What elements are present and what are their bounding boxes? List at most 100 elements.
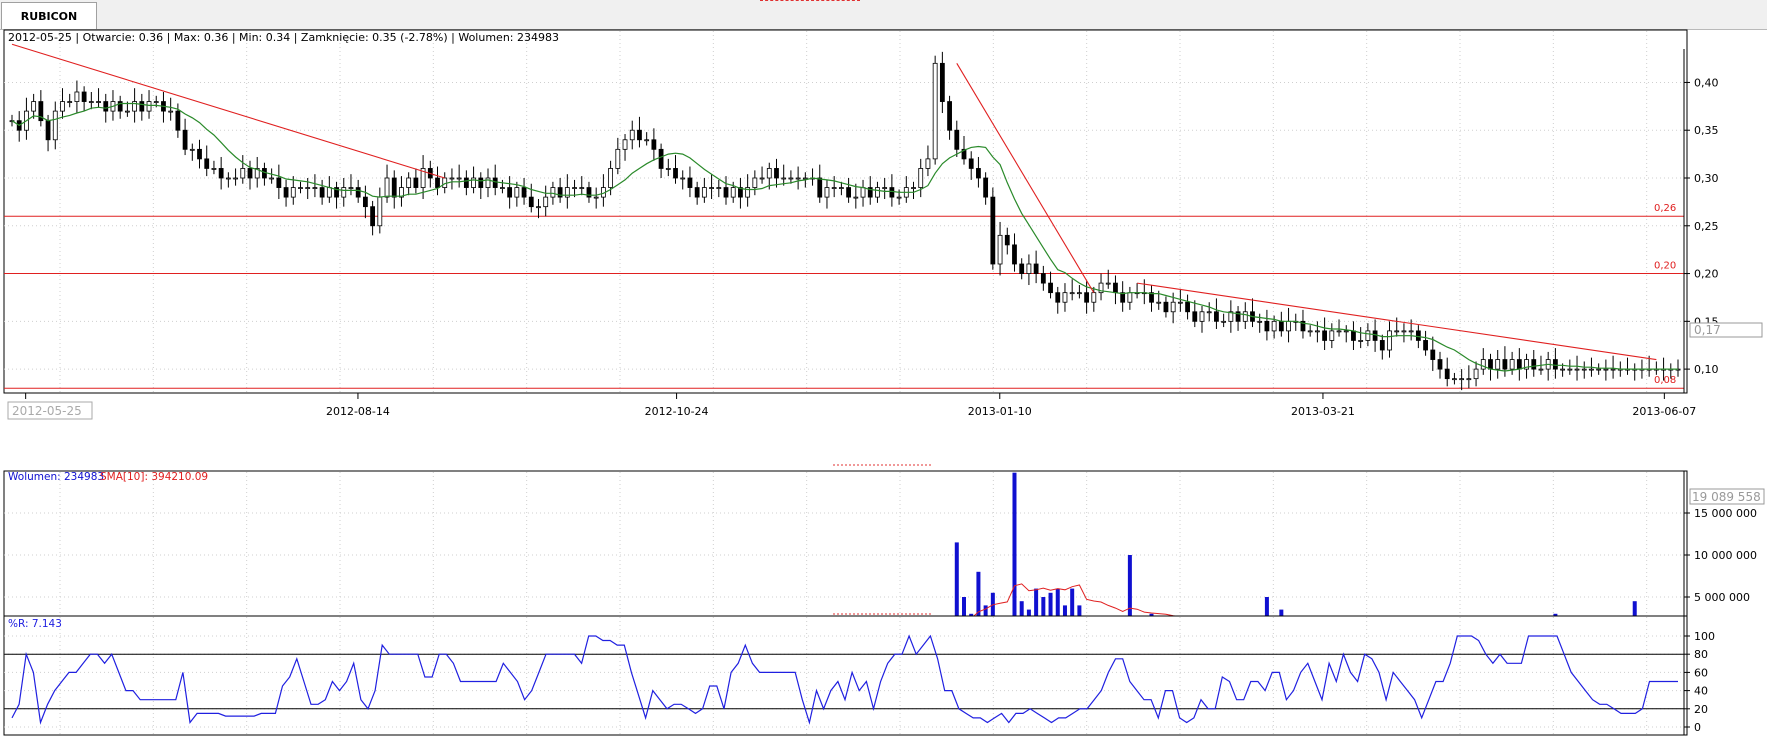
price-panel [3, 29, 1688, 394]
price-y-tick-label: 0,40 [1694, 76, 1719, 89]
volume-bar [1012, 472, 1017, 639]
candle-body [673, 168, 678, 179]
candle-body [1567, 368, 1573, 371]
candle-body [1307, 330, 1313, 333]
candle-body [175, 110, 181, 131]
price-y-tick-label: 0,30 [1694, 172, 1719, 185]
candle-body [1012, 244, 1017, 265]
candle-body [1322, 330, 1328, 341]
candle-body [305, 187, 311, 189]
wr-y-tick-label: 40 [1694, 685, 1708, 698]
cursor-date-label: 2012-05-25 [12, 404, 82, 418]
candle-body [1329, 330, 1335, 341]
candle-body [1560, 368, 1566, 371]
candle-body [146, 101, 152, 112]
candle-body [925, 158, 931, 169]
wr-y-tick-label: 100 [1694, 630, 1715, 643]
candle-body [276, 177, 282, 188]
candle-body [283, 187, 289, 198]
candle-body [550, 187, 556, 198]
candle-body [1394, 330, 1400, 333]
candle-body [788, 177, 794, 180]
candle-body [723, 187, 729, 198]
x-tick-label: 2012-10-24 [645, 405, 709, 418]
candle-body [1084, 292, 1090, 303]
candle-body [968, 158, 974, 169]
candle-body [1040, 273, 1046, 284]
candle-body [1242, 311, 1248, 322]
candle-body [637, 129, 642, 141]
x-tick-label: 2012-08-14 [326, 405, 390, 418]
candle-body [831, 187, 837, 189]
candle-body [507, 187, 513, 198]
candle-body [31, 101, 37, 112]
candle-body [60, 101, 65, 112]
candle-body [1026, 263, 1032, 274]
candle-body [536, 206, 541, 209]
candle-body [1214, 311, 1219, 322]
candle-body [1257, 320, 1263, 323]
price-y-tick-label: 0,25 [1694, 220, 1719, 233]
price-info-header: 2012-05-25 | Otwarcie: 0.36 | Max: 0.36 … [8, 31, 559, 44]
candle-body [1314, 330, 1320, 333]
candle-body [1473, 368, 1479, 380]
candle-body [355, 187, 361, 198]
wr-y-tick-label: 0 [1694, 721, 1701, 734]
candle-body [218, 168, 224, 179]
candle-body [521, 187, 527, 198]
candle-body [694, 187, 700, 198]
candle-body [1401, 330, 1407, 333]
candle-body [81, 91, 87, 102]
candle-body [543, 196, 549, 208]
wr-panel [3, 615, 1688, 736]
candle-body [687, 177, 693, 188]
candle-body [1055, 292, 1061, 303]
candle-body [1610, 368, 1616, 371]
current-volume-label: 19 089 558 [1692, 490, 1761, 504]
candle-body [846, 187, 852, 198]
candle-body [406, 177, 412, 188]
candle-body [701, 187, 707, 198]
candle-body [875, 187, 880, 198]
candle-body [1170, 301, 1176, 313]
tab-rubicon[interactable]: RUBICON [1, 2, 97, 29]
candle-body [795, 177, 801, 180]
candle-body [384, 177, 390, 198]
candle-body [290, 187, 296, 198]
candle-body [759, 177, 765, 180]
horizontal-line-label: 0,26 [1654, 203, 1676, 214]
candle-body [1596, 368, 1602, 371]
chart-area[interactable]: 0,260,200,08 0,400,350,300,250,200,150,1… [0, 29, 1767, 738]
candle-body [1351, 330, 1356, 341]
horizontal-line-label: 0,08 [1654, 375, 1676, 386]
candle-body [1091, 292, 1097, 303]
wr-legend: %R: 7.143 [8, 618, 62, 630]
price-x-axis: 2012-08-14 2012-10-24 2013-01-10 2013-03-21… [25, 393, 1696, 418]
tab-focus-indicator [760, 0, 860, 2]
candle-body [298, 187, 303, 189]
candle-body [153, 101, 159, 103]
candle-body [716, 187, 722, 189]
candle-body [1076, 292, 1082, 295]
x-tick-label: 2013-03-21 [1291, 405, 1355, 418]
candle-body [67, 101, 73, 103]
wr-y-tick-label: 80 [1694, 648, 1708, 661]
candle-body [1163, 301, 1169, 313]
candle-body [730, 187, 736, 198]
candle-body [1466, 378, 1472, 381]
candle-body [45, 120, 51, 141]
candle-body [1264, 320, 1270, 332]
candle-body [528, 196, 534, 208]
candle-body [500, 187, 505, 189]
candle-body [377, 196, 383, 227]
candle-body [1177, 301, 1183, 304]
volume-y-tick-label: 15 000 000 [1694, 507, 1757, 520]
candle-body [1192, 311, 1198, 322]
candle-body [1199, 311, 1205, 322]
candle-body [456, 177, 462, 180]
candle-body [1379, 340, 1385, 351]
candle-body [435, 177, 440, 188]
candle-body [312, 187, 318, 189]
volume-y-axis: 15 000 000 10 000 000 5 000 000 [1684, 507, 1757, 604]
candle-body [658, 148, 664, 169]
